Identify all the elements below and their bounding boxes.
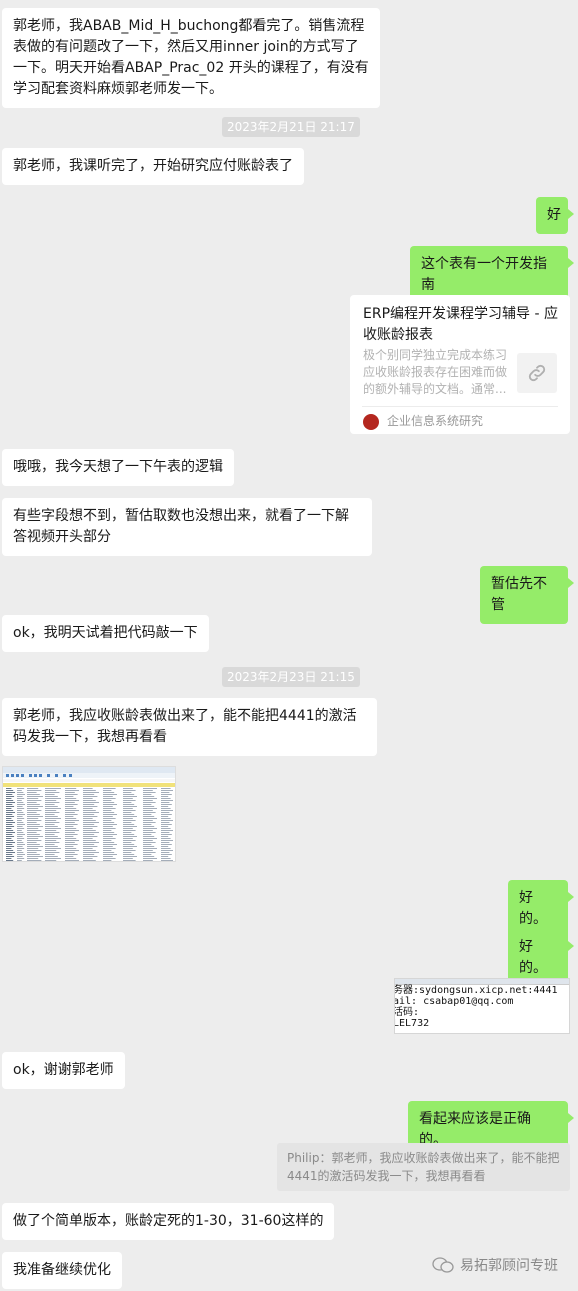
- code-line: LEL732: [394, 1018, 430, 1029]
- message-text: ok，谢谢郭老师: [13, 1062, 114, 1078]
- message-bubble[interactable]: 郭老师，我应收账龄表做出来了，能不能把4441的激活码发我一下，我想再看看: [2, 698, 377, 756]
- message-text: 好的。: [519, 890, 547, 927]
- message-bubble[interactable]: 好: [536, 197, 574, 234]
- message-text: 这个表有一个开发指南: [421, 256, 547, 293]
- message-bubble[interactable]: 郭老师，我课听完了，开始研究应付账龄表了: [2, 148, 304, 185]
- code-window: 务器:sydongsun.xicp.net:4441 ail: csabap01…: [394, 978, 570, 1034]
- message-bubble[interactable]: 哦哦，我今天想了一下午表的逻辑: [2, 449, 234, 486]
- message-bubble[interactable]: ok，谢谢郭老师: [2, 1052, 125, 1089]
- message-bubble[interactable]: 有些字段想不到，暂估取数也没想出来，就看了一下解答视频开头部分: [2, 498, 372, 556]
- message-text: 我准备继续优化: [13, 1262, 111, 1278]
- activation-code-screenshot-image[interactable]: 务器:sydongsun.xicp.net:4441 ail: csabap01…: [394, 978, 570, 1034]
- watermark-text: 易拓郭顾问专班: [460, 1258, 558, 1274]
- card-divider: [362, 406, 558, 407]
- message-bubble[interactable]: 暂估先不管: [480, 566, 574, 624]
- message-text: 好: [547, 207, 561, 223]
- message-text: 做了个简单版本，账龄定死的1-30，31-60这样的: [13, 1213, 324, 1229]
- message-bubble[interactable]: 郭老师，我ABAB_Mid_H_buchong都看完了。销售流程表做的有问题改了…: [2, 8, 380, 108]
- message-bubble[interactable]: ok，我明天试着把代码敲一下: [2, 615, 209, 652]
- timestamp: 2023年2月21日 21:17: [222, 117, 360, 137]
- message-text: ok，我明天试着把代码敲一下: [13, 625, 198, 641]
- message-text: 好的。: [519, 939, 547, 976]
- card-source: 企业信息系统研究: [387, 414, 484, 428]
- message-text: 暂估先不管: [491, 576, 547, 613]
- code-line: 活码:: [394, 1007, 420, 1018]
- message-text: 郭老师，我应收账龄表做出来了，能不能把4441的激活码发我一下，我想再看看: [13, 708, 357, 745]
- message-bubble[interactable]: 我准备继续优化: [2, 1252, 122, 1289]
- message-bubble[interactable]: 做了个简单版本，账龄定死的1-30，31-60这样的: [2, 1203, 335, 1240]
- message-text: 郭老师，我ABAB_Mid_H_buchong都看完了。销售流程表做的有问题改了…: [13, 18, 369, 97]
- quoted-message[interactable]: Philip：郭老师，我应收账龄表做出来了，能不能把4441的激活码发我一下，我…: [277, 1143, 570, 1191]
- wechat-official-account-icon: [432, 1257, 454, 1273]
- message-text: 哦哦，我今天想了一下午表的逻辑: [13, 459, 223, 475]
- code-line: 务器:sydongsun.xicp.net:4441: [394, 985, 558, 996]
- message-text: 郭老师，我课听完了，开始研究应付账龄表了: [13, 158, 293, 174]
- source-logo-icon: [363, 414, 379, 430]
- timestamp: 2023年2月23日 21:15: [222, 667, 360, 687]
- code-line: ail: csabap01@qq.com: [394, 996, 514, 1007]
- card-title: ERP编程开发课程学习辅导 - 应收账龄报表: [363, 306, 558, 343]
- message-text: 有些字段想不到，暂估取数也没想出来，就看了一下解答视频开头部分: [13, 508, 349, 545]
- article-link-card[interactable]: ERP编程开发课程学习辅导 - 应收账龄报表 极个别同学独立完成本练习应收账龄报…: [350, 295, 570, 434]
- link-icon: [517, 353, 557, 393]
- spreadsheet-screenshot-image[interactable]: [2, 766, 176, 862]
- watermark: 易拓郭顾问专班: [432, 1255, 558, 1275]
- card-description: 极个别同学独立完成本练习应收账龄报表存在困难而做的额外辅导的文档。通常...: [363, 348, 508, 396]
